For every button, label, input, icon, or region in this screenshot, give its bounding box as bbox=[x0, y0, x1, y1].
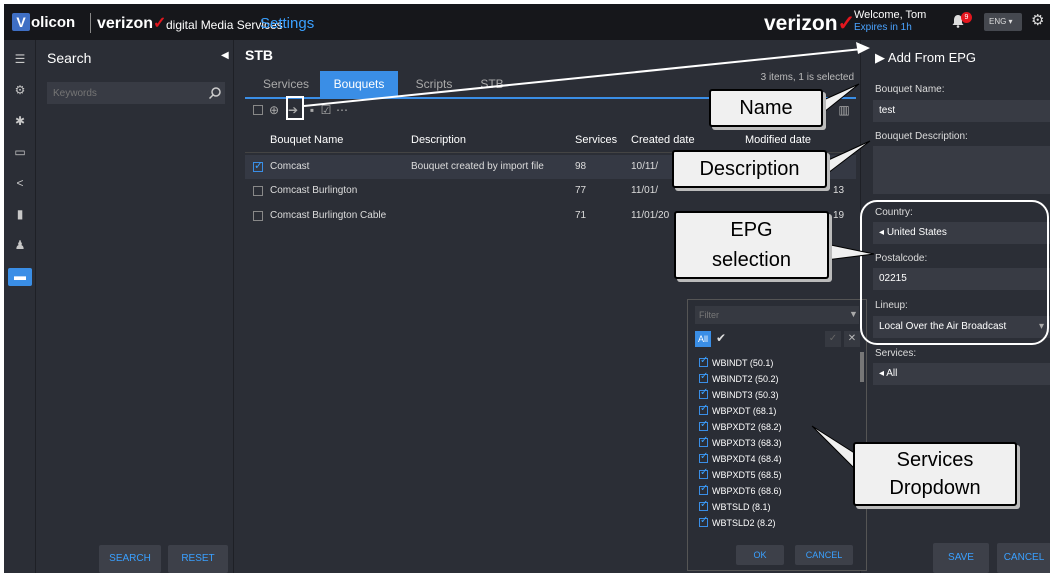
services-callout-line2: Dropdown bbox=[889, 477, 981, 499]
services-callout-line1: Services bbox=[896, 449, 974, 471]
description-pointer bbox=[823, 140, 871, 178]
epg-pointer bbox=[825, 243, 875, 261]
services-callout: Services Dropdown bbox=[853, 442, 1017, 506]
name-pointer bbox=[818, 83, 860, 118]
description-callout: Description bbox=[672, 150, 827, 188]
epg-callout-line1: EPG bbox=[730, 219, 773, 241]
name-callout: Name bbox=[709, 89, 823, 127]
services-pointer bbox=[811, 425, 857, 472]
epg-callout-line2: selection bbox=[712, 249, 791, 271]
app-screen: V olicon verizon✓ digital Media Services… bbox=[4, 4, 1050, 573]
epg-callout: EPG selection bbox=[674, 211, 829, 279]
